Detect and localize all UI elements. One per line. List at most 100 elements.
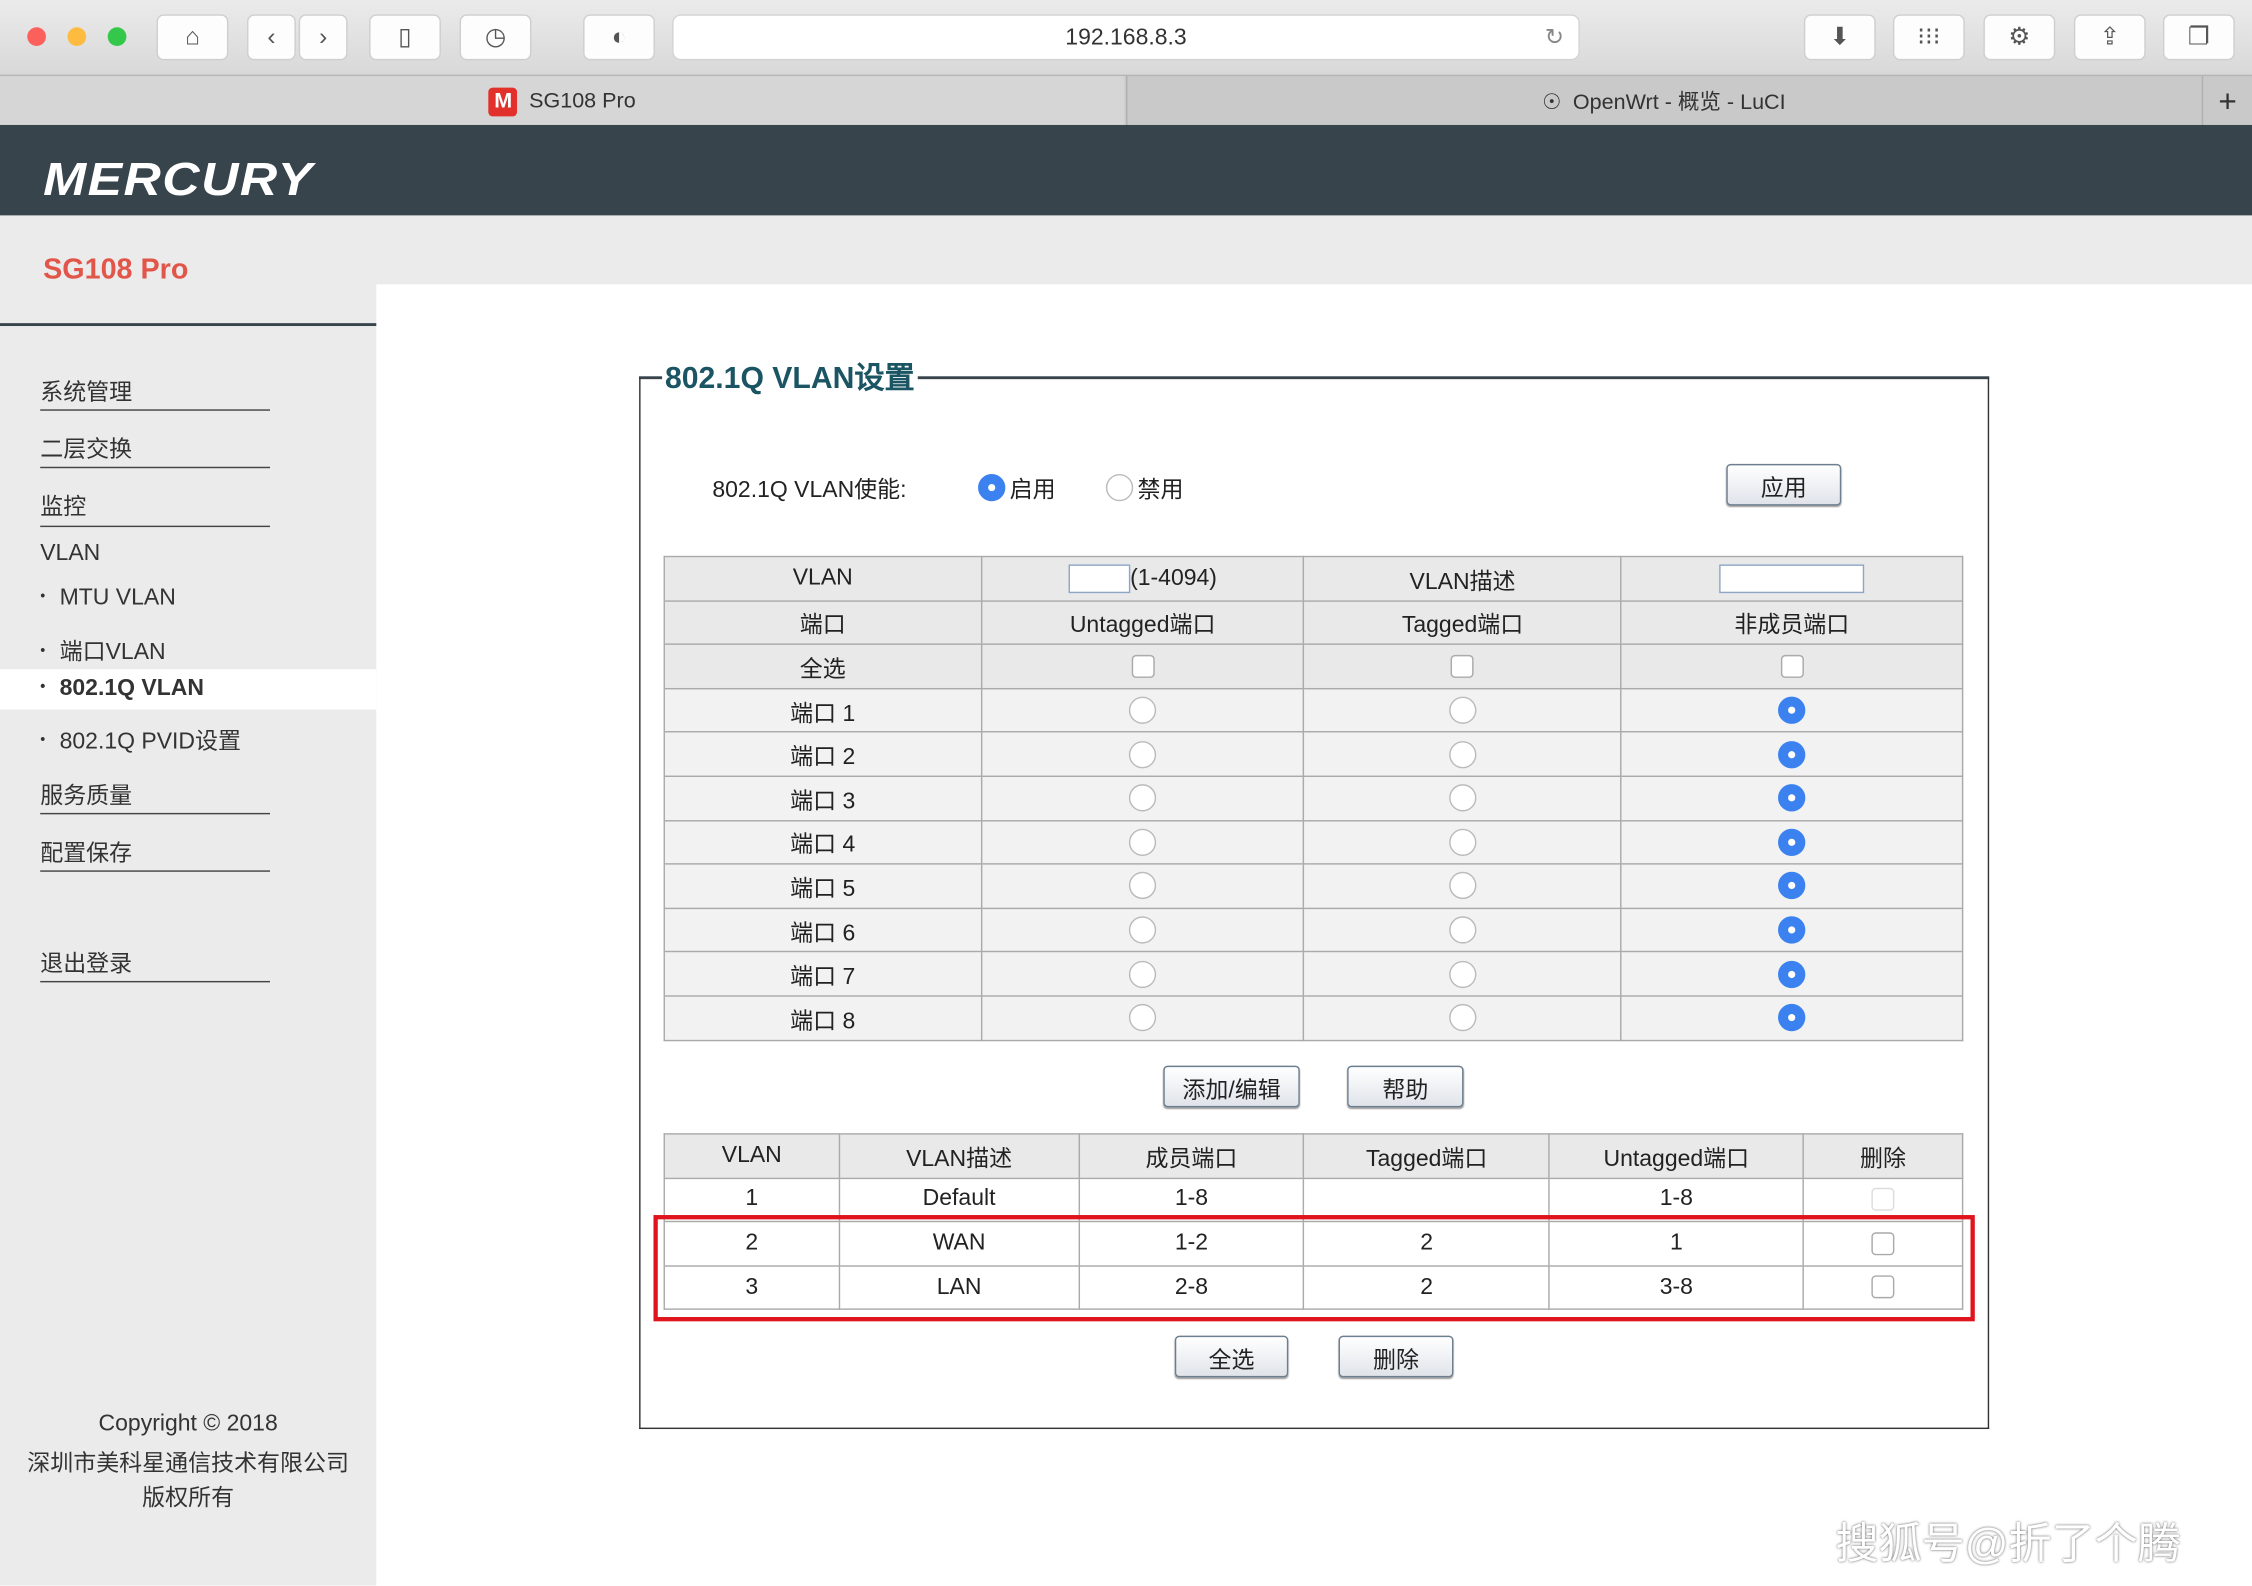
- cell: [980, 775, 1305, 821]
- divider: [40, 409, 271, 411]
- port-untagged-radio[interactable]: [1129, 784, 1157, 812]
- sidebar-item-vlan[interactable]: VLAN: [40, 541, 100, 567]
- vlan-id-input[interactable]: [1068, 564, 1131, 593]
- watermark: 搜狐号@折了个腾: [1835, 1520, 2181, 1569]
- tab-label: SG108 Pro: [529, 89, 636, 114]
- delete-button[interactable]: 删除: [1338, 1335, 1454, 1378]
- port-row: 端口 6: [663, 907, 1964, 953]
- sidebar-item-l2[interactable]: 二层交换: [40, 429, 132, 463]
- sidebar-item-monitor[interactable]: 监控: [40, 487, 86, 521]
- radio-label: 启用: [1009, 478, 1056, 503]
- radio-icon[interactable]: [1105, 473, 1134, 501]
- sidebar-item-port-vlan[interactable]: 端口VLAN: [40, 632, 166, 666]
- sidebar-icon[interactable]: ▯: [369, 14, 441, 61]
- port-name: 端口 3: [663, 775, 982, 821]
- cell: [980, 863, 1305, 909]
- rights: 版权所有: [142, 1486, 235, 1511]
- cell: [980, 643, 1305, 690]
- sidebar-item-qos[interactable]: 服务质量: [40, 776, 132, 810]
- sidebar-item-save[interactable]: 配置保存: [40, 833, 132, 867]
- port-tagged-radio[interactable]: [1448, 1004, 1477, 1032]
- port-tagged-radio[interactable]: [1448, 872, 1477, 900]
- port-tagged-radio[interactable]: [1448, 828, 1477, 856]
- port-non-member-radio[interactable]: [1778, 784, 1806, 812]
- port-untagged-radio[interactable]: [1129, 872, 1157, 900]
- port-non-member-radio[interactable]: [1778, 696, 1806, 724]
- cell: [1303, 643, 1622, 690]
- port-non-member-radio[interactable]: [1778, 872, 1806, 900]
- vlan-config-table: VLAN (1-4094) VLAN描述 端口 Untagged端口 Tagge…: [663, 555, 1964, 1041]
- maximize-window-button[interactable]: [107, 27, 127, 46]
- back-icon[interactable]: ‹: [247, 14, 296, 61]
- page-header: [0, 124, 2252, 216]
- port-untagged-radio[interactable]: [1129, 740, 1157, 768]
- new-tab-button[interactable]: +: [2201, 76, 2252, 127]
- port-untagged-radio[interactable]: [1129, 916, 1157, 944]
- minimize-window-button[interactable]: [67, 27, 87, 46]
- sidebar-item-8021q-vlan[interactable]: 802.1Q VLAN: [40, 676, 204, 702]
- mercury-logo: MERCURY: [43, 152, 314, 206]
- tabs-icon[interactable]: ❐: [2162, 14, 2235, 61]
- delete-checkbox[interactable]: [1871, 1187, 1895, 1211]
- port-row: 端口 8: [663, 995, 1964, 1041]
- cell: [1303, 775, 1622, 821]
- port-row: 端口 2: [663, 731, 1964, 777]
- sidebar-item-logout[interactable]: 退出登录: [40, 944, 132, 978]
- port-non-member-radio[interactable]: [1778, 916, 1806, 944]
- sidebar-item-system[interactable]: 系统管理: [40, 372, 132, 406]
- reload-icon[interactable]: ↻: [1545, 16, 1564, 62]
- radio-icon[interactable]: [978, 473, 1006, 501]
- desc-label: VLAN描述: [1303, 555, 1622, 602]
- port-non-member-radio[interactable]: [1778, 740, 1806, 768]
- forward-icon[interactable]: ›: [298, 14, 348, 61]
- desc-cell: [1620, 555, 1964, 602]
- highlight-box: [653, 1215, 1975, 1322]
- port-non-member-radio[interactable]: [1778, 960, 1806, 988]
- shield-icon[interactable]: ◐: [583, 14, 655, 61]
- port-tagged-radio[interactable]: [1448, 916, 1477, 944]
- tab-openwrt[interactable]: ☉ OpenWrt - 概览 - LuCI: [1125, 76, 2200, 127]
- tab-sg108[interactable]: M SG108 Pro: [0, 76, 1125, 127]
- enable-label: 802.1Q VLAN使能:: [712, 478, 907, 503]
- vlan-desc-input[interactable]: [1719, 564, 1865, 593]
- port-untagged-radio[interactable]: [1129, 696, 1157, 724]
- sidebar-item-pvid[interactable]: 802.1Q PVID设置: [40, 721, 241, 755]
- port-untagged-radio[interactable]: [1129, 828, 1157, 856]
- divider: [40, 870, 271, 872]
- sidebar-item-mtu-vlan[interactable]: MTU VLAN: [40, 586, 176, 612]
- select-all-untagged-checkbox[interactable]: [1131, 654, 1155, 678]
- col-header: 成员端口: [1078, 1133, 1305, 1179]
- port-untagged-radio[interactable]: [1129, 960, 1157, 988]
- port-tagged-radio[interactable]: [1448, 740, 1477, 768]
- add-edit-button[interactable]: 添加/编辑: [1163, 1065, 1300, 1108]
- grid-icon[interactable]: ⁝⁝⁝: [1892, 14, 1965, 61]
- vlan-label: VLAN: [663, 555, 982, 602]
- vlan-id-row: VLAN (1-4094) VLAN描述: [663, 555, 1964, 602]
- select-all-button[interactable]: 全选: [1174, 1335, 1289, 1378]
- cell: [1303, 731, 1622, 777]
- share-icon[interactable]: ⇪: [2073, 14, 2146, 61]
- cell: [1620, 951, 1964, 997]
- port-untagged-radio[interactable]: [1129, 1004, 1157, 1032]
- help-button[interactable]: 帮助: [1347, 1065, 1464, 1108]
- home-icon[interactable]: ⌂: [156, 14, 229, 61]
- download-icon[interactable]: ⬇: [1803, 14, 1876, 61]
- port-tagged-radio[interactable]: [1448, 960, 1477, 988]
- select-all-nonmember-checkbox[interactable]: [1780, 654, 1804, 678]
- openwrt-favicon-icon: ☉: [1542, 89, 1562, 115]
- enable-radio[interactable]: 启用: [978, 470, 1056, 504]
- cell: [1303, 951, 1622, 997]
- port-non-member-radio[interactable]: [1778, 828, 1806, 856]
- port-non-member-radio[interactable]: [1778, 1004, 1806, 1032]
- history-icon[interactable]: ◷: [459, 14, 532, 61]
- gear-icon[interactable]: ⚙: [1983, 14, 2056, 61]
- port-tagged-radio[interactable]: [1448, 784, 1477, 812]
- disable-radio[interactable]: 禁用: [1105, 470, 1183, 504]
- port-row: 端口 3: [663, 775, 1964, 821]
- close-window-button[interactable]: [27, 27, 46, 46]
- address-bar[interactable]: 192.168.8.3 ↻: [672, 14, 1580, 62]
- port-tagged-radio[interactable]: [1448, 696, 1477, 724]
- apply-button[interactable]: 应用: [1726, 463, 1842, 506]
- col-header: 非成员端口: [1620, 599, 1964, 646]
- select-all-tagged-checkbox[interactable]: [1451, 654, 1475, 678]
